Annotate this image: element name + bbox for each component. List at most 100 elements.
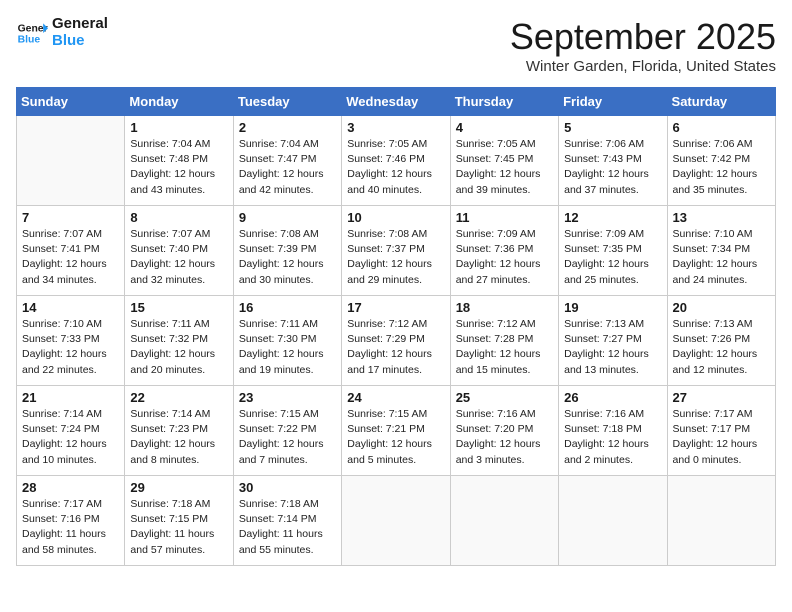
calendar-cell: 12 Sunrise: 7:09 AM Sunset: 7:35 PM Dayli… <box>559 206 667 296</box>
calendar-cell: 17 Sunrise: 7:12 AM Sunset: 7:29 PM Dayli… <box>342 296 450 386</box>
calendar-cell: 6 Sunrise: 7:06 AM Sunset: 7:42 PM Daylig… <box>667 116 775 206</box>
day-number: 10 <box>347 210 444 225</box>
day-detail: Sunrise: 7:04 AM Sunset: 7:48 PM Dayligh… <box>130 137 227 198</box>
day-number: 24 <box>347 390 444 405</box>
calendar-cell: 27 Sunrise: 7:17 AM Sunset: 7:17 PM Dayli… <box>667 386 775 476</box>
day-detail: Sunrise: 7:16 AM Sunset: 7:20 PM Dayligh… <box>456 407 553 468</box>
logo-blue: Blue <box>52 33 108 50</box>
day-detail: Sunrise: 7:10 AM Sunset: 7:33 PM Dayligh… <box>22 317 119 378</box>
calendar-cell <box>342 476 450 566</box>
day-detail: Sunrise: 7:07 AM Sunset: 7:40 PM Dayligh… <box>130 227 227 288</box>
day-detail: Sunrise: 7:13 AM Sunset: 7:27 PM Dayligh… <box>564 317 661 378</box>
day-number: 19 <box>564 300 661 315</box>
day-number: 16 <box>239 300 336 315</box>
day-number: 3 <box>347 120 444 135</box>
day-detail: Sunrise: 7:11 AM Sunset: 7:32 PM Dayligh… <box>130 317 227 378</box>
day-number: 22 <box>130 390 227 405</box>
calendar-cell: 2Sunrise: 7:04 AM Sunset: 7:47 PM Daylig… <box>233 116 341 206</box>
calendar-cell: 8 Sunrise: 7:07 AM Sunset: 7:40 PM Daylig… <box>125 206 233 296</box>
calendar-cell: 18Sunrise: 7:12 AM Sunset: 7:28 PM Dayli… <box>450 296 558 386</box>
logo-general: General <box>52 16 108 33</box>
day-number: 15 <box>130 300 227 315</box>
page-header: General Blue General Blue September 2025… <box>16 16 776 75</box>
day-number: 12 <box>564 210 661 225</box>
day-detail: Sunrise: 7:16 AM Sunset: 7:18 PM Dayligh… <box>564 407 661 468</box>
calendar-cell: 1 Sunrise: 7:04 AM Sunset: 7:48 PM Daylig… <box>125 116 233 206</box>
calendar-cell <box>667 476 775 566</box>
calendar-cell: 23 Sunrise: 7:15 AM Sunset: 7:22 PM Dayli… <box>233 386 341 476</box>
day-number: 17 <box>347 300 444 315</box>
calendar-cell: 9 Sunrise: 7:08 AM Sunset: 7:39 PM Daylig… <box>233 206 341 296</box>
day-number: 9 <box>239 210 336 225</box>
day-number: 4 <box>456 120 553 135</box>
location-subtitle: Winter Garden, Florida, United States <box>510 58 776 75</box>
day-detail: Sunrise: 7:15 AM Sunset: 7:21 PM Dayligh… <box>347 407 444 468</box>
day-number: 28 <box>22 480 119 495</box>
calendar-cell: 19 Sunrise: 7:13 AM Sunset: 7:27 PM Dayli… <box>559 296 667 386</box>
title-block: September 2025 Winter Garden, Florida, U… <box>510 16 776 75</box>
day-detail: Sunrise: 7:13 AM Sunset: 7:26 PM Dayligh… <box>673 317 770 378</box>
day-detail: Sunrise: 7:12 AM Sunset: 7:29 PM Dayligh… <box>347 317 444 378</box>
day-detail: Sunrise: 7:08 AM Sunset: 7:39 PM Dayligh… <box>239 227 336 288</box>
calendar-cell: 13 Sunrise: 7:10 AM Sunset: 7:34 PM Dayli… <box>667 206 775 296</box>
day-number: 13 <box>673 210 770 225</box>
day-number: 25 <box>456 390 553 405</box>
day-number: 8 <box>130 210 227 225</box>
day-number: 29 <box>130 480 227 495</box>
day-number: 26 <box>564 390 661 405</box>
day-detail: Sunrise: 7:17 AM Sunset: 7:16 PM Dayligh… <box>22 497 119 558</box>
day-number: 20 <box>673 300 770 315</box>
calendar-cell: 26 Sunrise: 7:16 AM Sunset: 7:18 PM Dayli… <box>559 386 667 476</box>
calendar-cell: 29Sunrise: 7:18 AM Sunset: 7:15 PM Dayli… <box>125 476 233 566</box>
day-detail: Sunrise: 7:15 AM Sunset: 7:22 PM Dayligh… <box>239 407 336 468</box>
calendar-cell: 10 Sunrise: 7:08 AM Sunset: 7:37 PM Dayli… <box>342 206 450 296</box>
weekday-header-tuesday: Tuesday <box>233 88 341 116</box>
calendar-cell: 15 Sunrise: 7:11 AM Sunset: 7:32 PM Dayli… <box>125 296 233 386</box>
day-number: 7 <box>22 210 119 225</box>
calendar-cell: 5 Sunrise: 7:06 AM Sunset: 7:43 PM Daylig… <box>559 116 667 206</box>
calendar-cell: 14 Sunrise: 7:10 AM Sunset: 7:33 PM Dayli… <box>17 296 125 386</box>
calendar-cell: 21 Sunrise: 7:14 AM Sunset: 7:24 PM Dayli… <box>17 386 125 476</box>
calendar-cell: 24 Sunrise: 7:15 AM Sunset: 7:21 PM Dayli… <box>342 386 450 476</box>
day-number: 1 <box>130 120 227 135</box>
day-detail: Sunrise: 7:10 AM Sunset: 7:34 PM Dayligh… <box>673 227 770 288</box>
calendar-cell: 3 Sunrise: 7:05 AM Sunset: 7:46 PM Daylig… <box>342 116 450 206</box>
weekday-header-sunday: Sunday <box>17 88 125 116</box>
day-detail: Sunrise: 7:17 AM Sunset: 7:17 PM Dayligh… <box>673 407 770 468</box>
calendar-cell: 11Sunrise: 7:09 AM Sunset: 7:36 PM Dayli… <box>450 206 558 296</box>
calendar-cell <box>450 476 558 566</box>
logo: General Blue General Blue <box>16 16 108 49</box>
day-number: 23 <box>239 390 336 405</box>
day-number: 27 <box>673 390 770 405</box>
day-detail: Sunrise: 7:18 AM Sunset: 7:14 PM Dayligh… <box>239 497 336 558</box>
day-detail: Sunrise: 7:14 AM Sunset: 7:24 PM Dayligh… <box>22 407 119 468</box>
calendar-cell: 28 Sunrise: 7:17 AM Sunset: 7:16 PM Dayli… <box>17 476 125 566</box>
day-number: 6 <box>673 120 770 135</box>
day-detail: Sunrise: 7:04 AM Sunset: 7:47 PM Dayligh… <box>239 137 336 198</box>
day-number: 14 <box>22 300 119 315</box>
weekday-header-monday: Monday <box>125 88 233 116</box>
calendar-cell <box>17 116 125 206</box>
calendar-cell: 30Sunrise: 7:18 AM Sunset: 7:14 PM Dayli… <box>233 476 341 566</box>
day-number: 5 <box>564 120 661 135</box>
day-detail: Sunrise: 7:05 AM Sunset: 7:46 PM Dayligh… <box>347 137 444 198</box>
day-detail: Sunrise: 7:08 AM Sunset: 7:37 PM Dayligh… <box>347 227 444 288</box>
weekday-header-friday: Friday <box>559 88 667 116</box>
calendar-cell: 22 Sunrise: 7:14 AM Sunset: 7:23 PM Dayli… <box>125 386 233 476</box>
logo-icon: General Blue <box>16 17 48 49</box>
day-detail: Sunrise: 7:06 AM Sunset: 7:43 PM Dayligh… <box>564 137 661 198</box>
calendar-cell <box>559 476 667 566</box>
calendar-cell: 20 Sunrise: 7:13 AM Sunset: 7:26 PM Dayli… <box>667 296 775 386</box>
weekday-header-wednesday: Wednesday <box>342 88 450 116</box>
day-number: 21 <box>22 390 119 405</box>
calendar-cell: 7 Sunrise: 7:07 AM Sunset: 7:41 PM Daylig… <box>17 206 125 296</box>
day-detail: Sunrise: 7:11 AM Sunset: 7:30 PM Dayligh… <box>239 317 336 378</box>
day-number: 11 <box>456 210 553 225</box>
day-detail: Sunrise: 7:05 AM Sunset: 7:45 PM Dayligh… <box>456 137 553 198</box>
day-detail: Sunrise: 7:07 AM Sunset: 7:41 PM Dayligh… <box>22 227 119 288</box>
calendar-cell: 25 Sunrise: 7:16 AM Sunset: 7:20 PM Dayli… <box>450 386 558 476</box>
day-detail: Sunrise: 7:09 AM Sunset: 7:35 PM Dayligh… <box>564 227 661 288</box>
day-detail: Sunrise: 7:06 AM Sunset: 7:42 PM Dayligh… <box>673 137 770 198</box>
calendar-cell: 4 Sunrise: 7:05 AM Sunset: 7:45 PM Daylig… <box>450 116 558 206</box>
day-detail: Sunrise: 7:14 AM Sunset: 7:23 PM Dayligh… <box>130 407 227 468</box>
